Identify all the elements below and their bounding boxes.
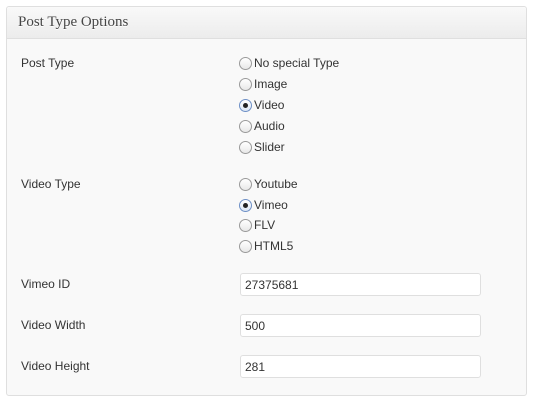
radio-label: No special Type (254, 56, 340, 70)
radio-button[interactable] (239, 177, 252, 191)
video-type-option-flv[interactable]: FLV (239, 217, 275, 233)
radio-button-checked[interactable] (239, 198, 252, 212)
radio-label: Vimeo (254, 198, 288, 212)
radio-label: FLV (254, 218, 276, 232)
post-type-option-audio[interactable]: Audio (239, 118, 285, 134)
radio-button[interactable] (239, 77, 252, 91)
radio-button[interactable] (239, 140, 252, 154)
radio-label: Audio (254, 119, 285, 133)
video-width-input[interactable] (240, 314, 481, 337)
video-type-option-youtube[interactable]: Youtube (239, 176, 298, 192)
video-type-option-html5[interactable]: HTML5 (239, 238, 293, 254)
post-type-option-slider[interactable]: Slider (239, 139, 285, 155)
post-type-option-video[interactable]: Video (239, 97, 284, 113)
radio-button[interactable] (239, 56, 252, 70)
radio-label: Image (254, 77, 288, 91)
radio-label: Youtube (254, 177, 298, 191)
vimeo-id-label: Vimeo ID (21, 277, 71, 291)
panel-title: Post Type Options (18, 14, 129, 30)
video-height-input[interactable] (240, 355, 481, 378)
radio-button[interactable] (239, 239, 252, 253)
radio-button[interactable] (239, 218, 252, 232)
video-width-label: Video Width (21, 318, 86, 332)
radio-label: Slider (254, 140, 285, 154)
radio-button[interactable] (239, 119, 252, 133)
radio-label: Video (254, 98, 285, 112)
video-type-label: Video Type (21, 177, 81, 191)
post-type-option-no-special-type[interactable]: No special Type (239, 55, 339, 71)
radio-label: HTML5 (254, 239, 294, 253)
post-type-option-image[interactable]: Image (239, 76, 287, 92)
video-type-option-vimeo[interactable]: Vimeo (239, 197, 288, 213)
vimeo-id-input[interactable] (240, 273, 481, 296)
video-height-label: Video Height (21, 359, 90, 373)
panel-header[interactable]: Post Type Options (7, 7, 526, 39)
radio-button-checked[interactable] (239, 98, 252, 112)
post-type-label: Post Type (21, 56, 75, 70)
